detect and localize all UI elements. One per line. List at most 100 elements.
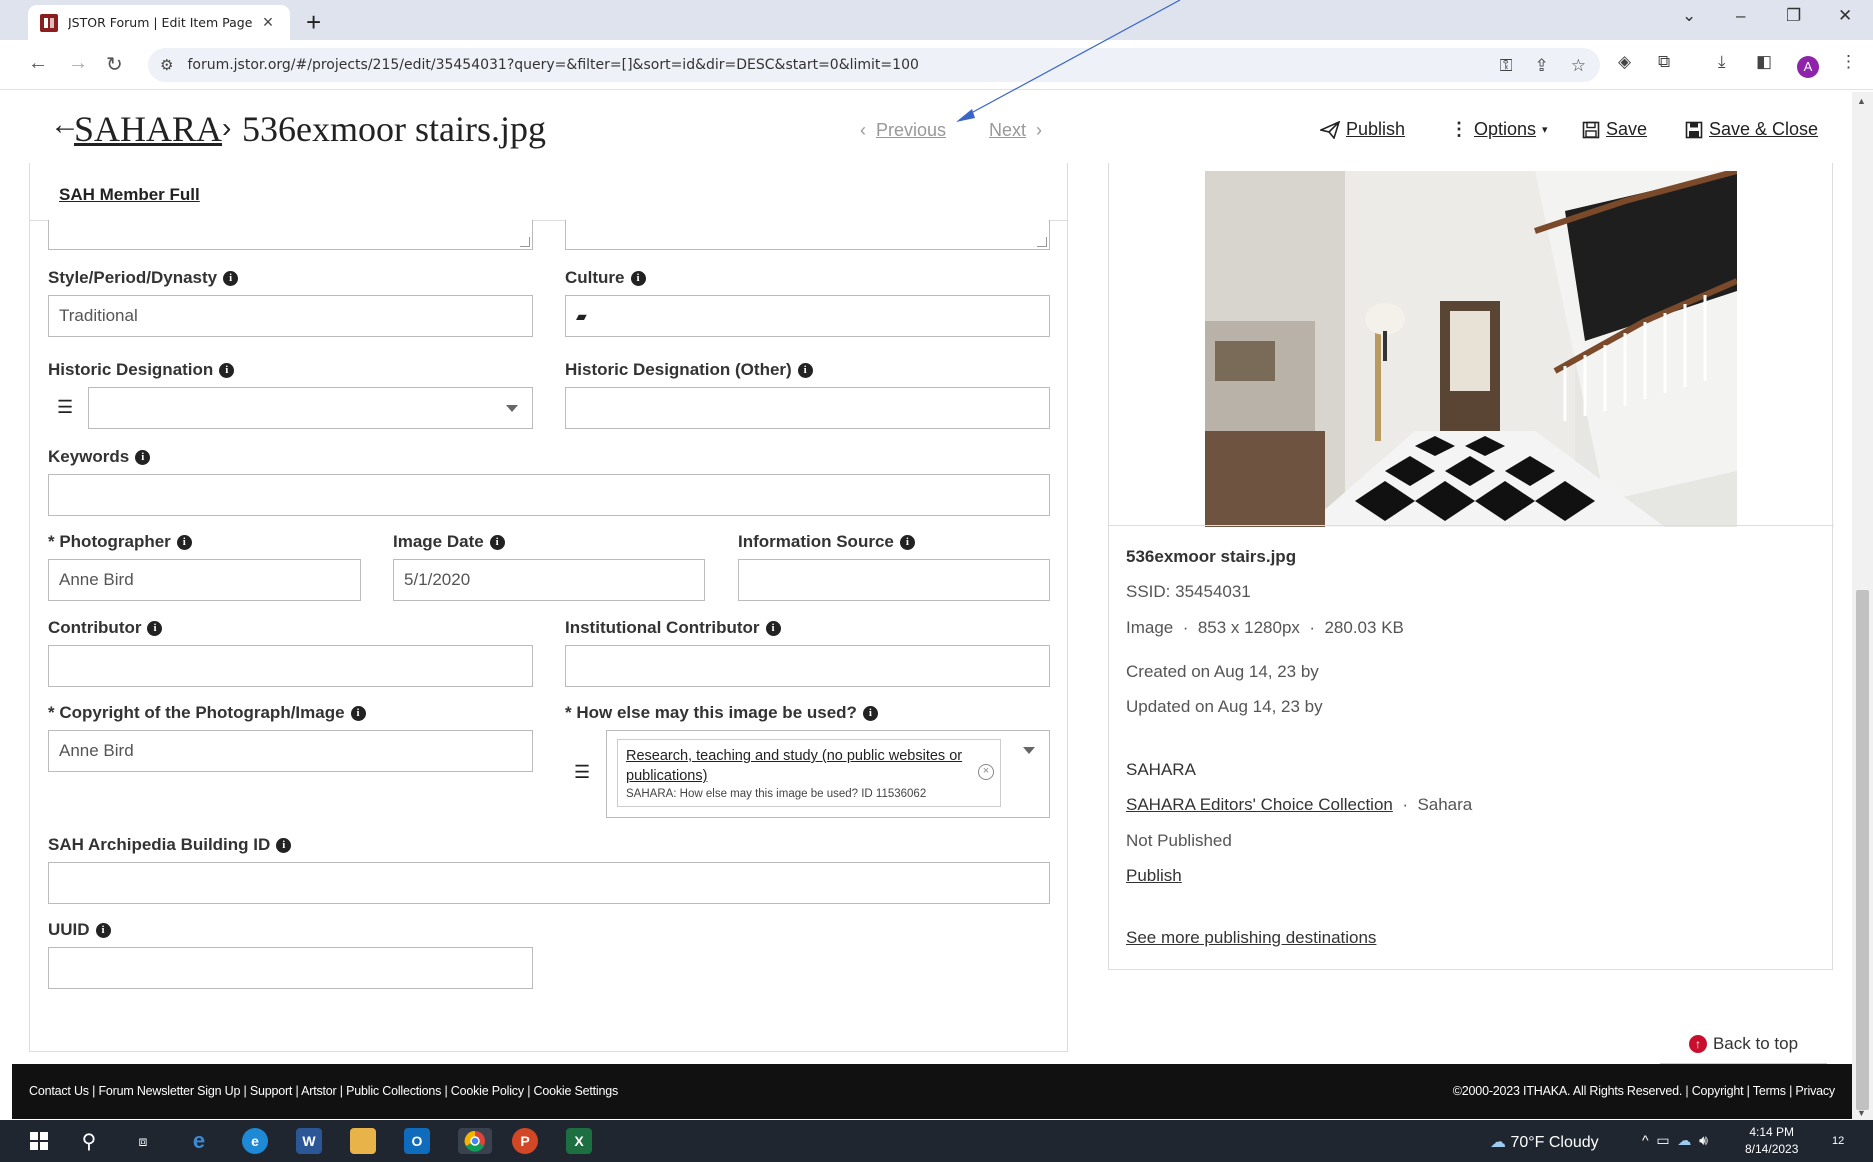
- usage-multiselect[interactable]: Research, teaching and study (no public …: [606, 730, 1050, 818]
- info-icon[interactable]: i: [899, 534, 915, 550]
- info-icon[interactable]: i: [147, 620, 163, 636]
- excel-icon[interactable]: X: [566, 1128, 592, 1154]
- caret-down-icon[interactable]: [1023, 747, 1035, 754]
- notes-textarea[interactable]: [565, 220, 1050, 250]
- collection-link[interactable]: SAHARA Editors' Choice Collection: [1126, 795, 1393, 814]
- info-icon[interactable]: i: [489, 534, 505, 550]
- photographer-input[interactable]: Anne Bird: [48, 559, 361, 601]
- new-tab-icon[interactable]: +: [306, 7, 321, 38]
- options-dropdown[interactable]: ⋮ Options ▾: [1450, 119, 1548, 140]
- info-icon[interactable]: i: [797, 362, 813, 378]
- historic-designation-select[interactable]: [88, 387, 533, 429]
- info-icon[interactable]: i: [765, 620, 781, 636]
- next-button[interactable]: Next ›: [989, 120, 1042, 141]
- minimize-icon[interactable]: –: [1736, 6, 1745, 26]
- style-input[interactable]: Traditional: [48, 295, 533, 337]
- password-key-icon[interactable]: ⚿: [1500, 56, 1513, 76]
- info-icon[interactable]: i: [276, 837, 292, 853]
- info-icon[interactable]: i: [350, 705, 366, 721]
- weather-widget[interactable]: ☁ 70°F Cloudy: [1490, 1132, 1599, 1152]
- forward-icon[interactable]: →: [68, 52, 88, 75]
- task-view-icon[interactable]: ⧈: [130, 1128, 156, 1154]
- system-tray-icons[interactable]: ^ ▭ ☁ 🔊︎: [1642, 1132, 1708, 1149]
- book-icon[interactable]: ▰: [576, 308, 587, 325]
- footer-link[interactable]: Privacy: [1795, 1084, 1835, 1098]
- chevron-up-icon[interactable]: ^: [1642, 1132, 1649, 1148]
- culture-input[interactable]: ▰: [565, 295, 1050, 337]
- profile-avatar[interactable]: A: [1797, 56, 1819, 78]
- download-icon[interactable]: ⤓: [1718, 52, 1726, 72]
- description-textarea[interactable]: [48, 220, 533, 250]
- scrollbar-thumb[interactable]: [1856, 590, 1869, 1110]
- institutional-contributor-input[interactable]: [565, 645, 1050, 687]
- notification-center-icon[interactable]: 12: [1832, 1132, 1844, 1147]
- save-button[interactable]: Save: [1582, 119, 1647, 140]
- info-icon[interactable]: i: [135, 449, 151, 465]
- usage-tag-link[interactable]: Research, teaching and study (no public …: [626, 746, 966, 786]
- network-icon[interactable]: ▭: [1656, 1132, 1669, 1148]
- powerpoint-icon[interactable]: P: [512, 1128, 538, 1154]
- publish-link[interactable]: Publish: [1126, 866, 1182, 885]
- volume-icon[interactable]: 🔊︎: [1699, 1132, 1708, 1148]
- puzzle-extensions-icon[interactable]: ⧉: [1658, 52, 1670, 72]
- footer-link[interactable]: Forum Newsletter Sign Up: [98, 1084, 240, 1098]
- file-explorer-icon[interactable]: [350, 1128, 376, 1154]
- footer-link[interactable]: Copyright: [1692, 1084, 1744, 1098]
- edge-icon[interactable]: e: [242, 1128, 268, 1154]
- outlook-icon[interactable]: O: [404, 1128, 430, 1154]
- footer-link[interactable]: Cookie Settings: [534, 1084, 619, 1098]
- taskbar-clock[interactable]: 4:14 PM 8/14/2023: [1745, 1124, 1798, 1158]
- tab-close-icon[interactable]: ×: [258, 12, 278, 33]
- info-icon[interactable]: i: [176, 534, 192, 550]
- archipedia-input[interactable]: [48, 862, 1050, 904]
- back-icon[interactable]: ←: [28, 52, 48, 75]
- member-access-link[interactable]: SAH Member Full: [59, 185, 200, 205]
- reload-icon[interactable]: ↻: [106, 52, 123, 77]
- footer-link[interactable]: Contact Us: [29, 1084, 89, 1098]
- publish-button[interactable]: Publish: [1320, 119, 1405, 140]
- extension-icon[interactable]: ◈: [1618, 52, 1631, 72]
- info-icon[interactable]: i: [219, 362, 235, 378]
- footer-link[interactable]: Support: [250, 1084, 293, 1098]
- item-image[interactable]: [1205, 171, 1737, 527]
- information-source-input[interactable]: [738, 559, 1050, 601]
- chrome-icon[interactable]: [458, 1128, 492, 1154]
- image-date-input[interactable]: 5/1/2020: [393, 559, 705, 601]
- address-bar[interactable]: ⚙ forum.jstor.org/#/projects/215/edit/35…: [148, 48, 1600, 82]
- info-icon[interactable]: i: [630, 270, 646, 286]
- onedrive-icon[interactable]: ☁: [1677, 1132, 1691, 1148]
- save-close-button[interactable]: Save & Close: [1685, 119, 1818, 140]
- keywords-input[interactable]: [48, 474, 1050, 516]
- tab-search-chevron-icon[interactable]: ⌄: [1682, 6, 1696, 26]
- historic-designation-other-input[interactable]: [565, 387, 1050, 429]
- info-icon[interactable]: i: [95, 922, 111, 938]
- footer-link[interactable]: Artstor: [301, 1084, 337, 1098]
- footer-link[interactable]: Terms: [1753, 1084, 1786, 1098]
- back-to-top-button[interactable]: ↑ Back to top: [1660, 1025, 1827, 1065]
- browser-menu-icon[interactable]: ⋮: [1840, 52, 1857, 72]
- scroll-down-icon[interactable]: ▼: [1857, 1108, 1866, 1118]
- side-panel-icon[interactable]: ◧: [1756, 52, 1772, 72]
- scroll-up-icon[interactable]: ▲: [1857, 96, 1866, 106]
- share-icon[interactable]: ⇪: [1535, 56, 1549, 76]
- resize-handle-icon[interactable]: [520, 237, 530, 247]
- contributor-input[interactable]: [48, 645, 533, 687]
- list-icon[interactable]: ☰: [57, 397, 73, 418]
- list-icon[interactable]: ☰: [574, 762, 590, 783]
- footer-link[interactable]: Cookie Policy: [451, 1084, 524, 1098]
- footer-link[interactable]: Public Collections: [346, 1084, 441, 1098]
- restore-icon[interactable]: ❐: [1786, 6, 1801, 26]
- remove-tag-icon[interactable]: ×: [978, 764, 994, 780]
- info-icon[interactable]: i: [862, 705, 878, 721]
- browser-tab[interactable]: JSTOR Forum | Edit Item Page ×: [28, 5, 290, 40]
- internet-explorer-icon[interactable]: e: [186, 1128, 212, 1154]
- search-icon[interactable]: ⚲: [76, 1128, 102, 1154]
- previous-button[interactable]: ‹ Previous: [860, 120, 946, 141]
- close-window-icon[interactable]: ✕: [1838, 6, 1852, 26]
- copyright-input[interactable]: Anne Bird: [48, 730, 533, 772]
- uuid-input[interactable]: [48, 947, 533, 989]
- breadcrumb-project-link[interactable]: SAHARA: [74, 108, 222, 150]
- more-destinations-link[interactable]: See more publishing destinations: [1126, 928, 1376, 947]
- resize-handle-icon[interactable]: [1037, 237, 1047, 247]
- windows-start-icon[interactable]: [26, 1128, 52, 1154]
